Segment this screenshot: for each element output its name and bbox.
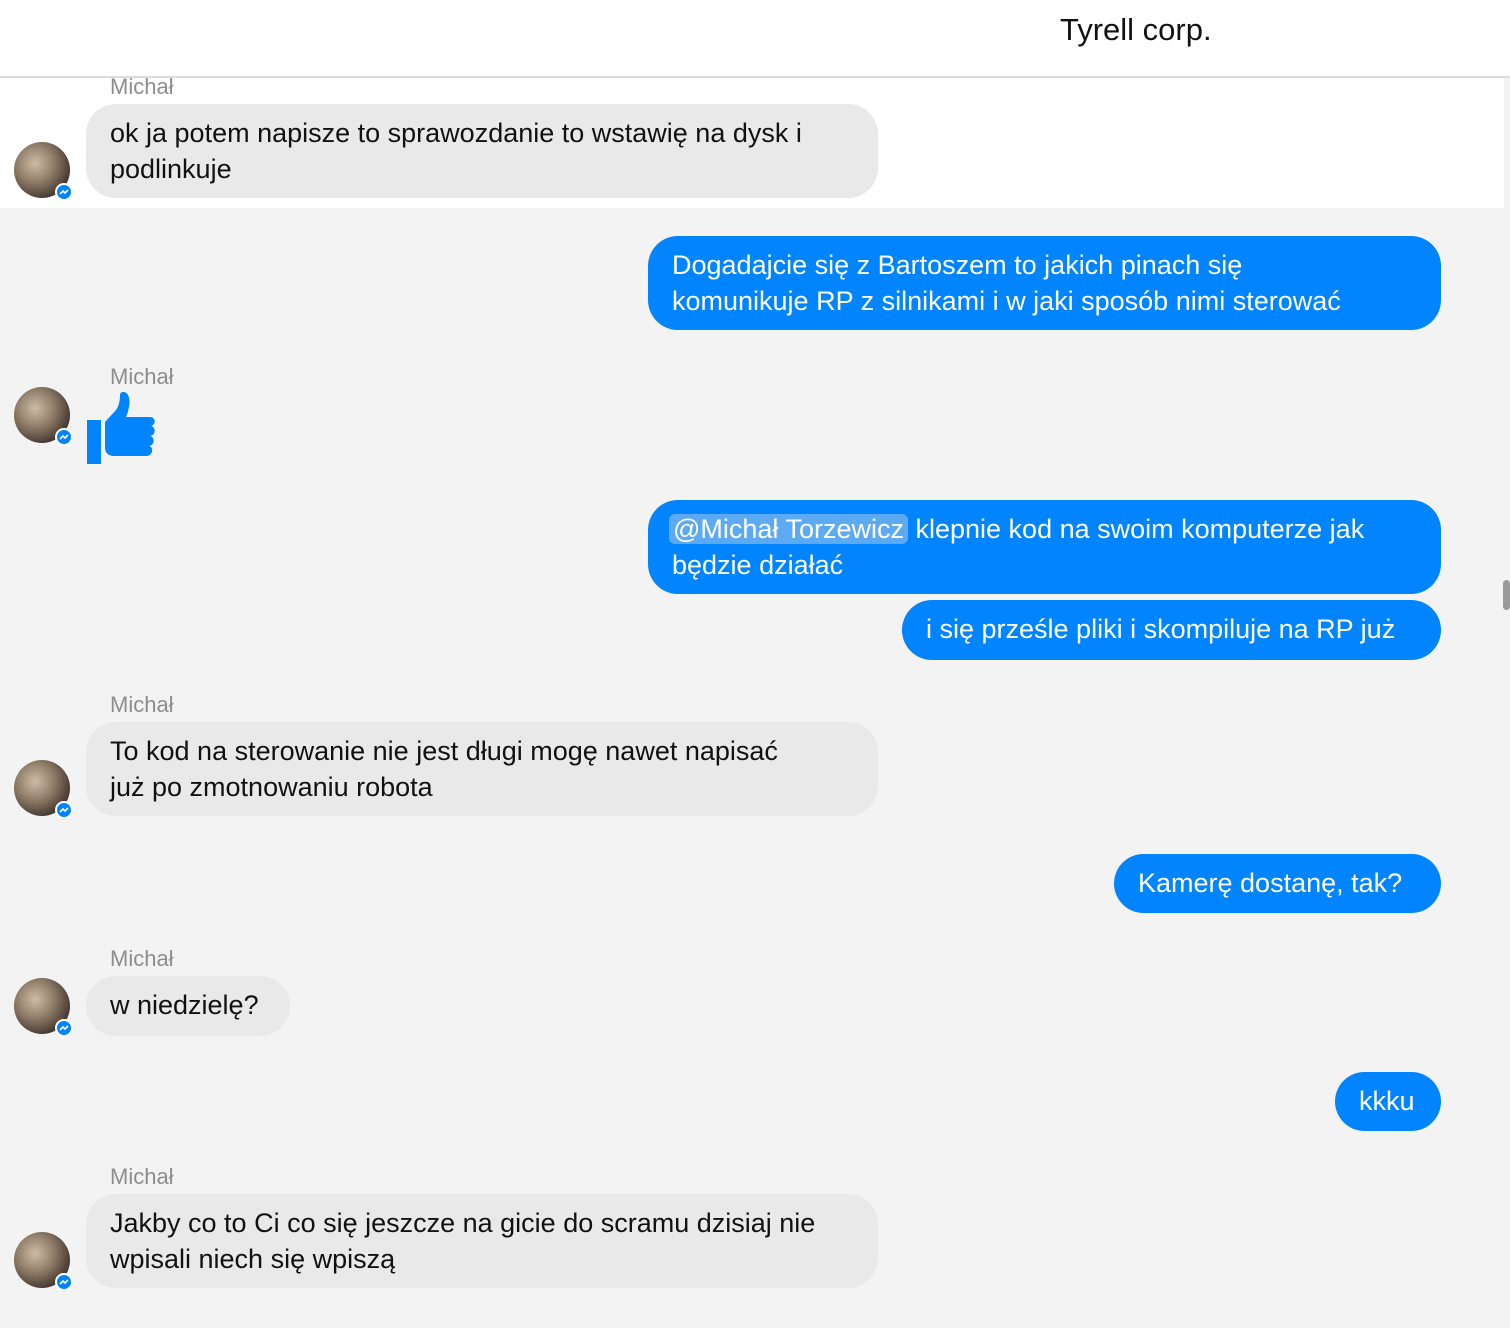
messenger-badge-icon [55,183,73,201]
avatar[interactable] [14,142,73,201]
outgoing-message[interactable]: kkku [1335,1072,1441,1131]
message-line: kkku [1359,1086,1415,1116]
sender-name: Michał [110,1164,174,1189]
sender-name: Michał [110,692,174,717]
scrollbar-thumb[interactable] [1503,580,1510,610]
avatar[interactable] [14,1232,73,1291]
message-line: komunikuje RP z silnikami i w jaki sposó… [672,286,1341,316]
sender-name: Michał [110,946,174,971]
thumbs-up-icon[interactable] [84,390,158,466]
mention-tag[interactable]: @Michał Torzewicz [669,514,908,544]
avatar[interactable] [14,978,73,1037]
message-line: Jakby co to Ci co się jeszcze na gicie d… [110,1208,816,1238]
messenger-badge-icon [55,1273,73,1291]
message-line: już po zmotnowaniu robota [110,772,433,802]
chat-header: Tyrell corp. [0,0,1510,78]
avatar[interactable] [14,760,73,819]
outgoing-message[interactable]: Kamerę dostanę, tak? [1114,854,1441,913]
message-line: wpisali niech się wpiszą [110,1244,396,1274]
outgoing-message[interactable]: i się prześle pliki i skompiluje na RP j… [902,600,1441,660]
message-text: klepnie kod na swoim komputerze jak [915,514,1365,544]
incoming-message[interactable]: w niedzielę? [86,976,290,1036]
incoming-message[interactable]: ok ja potem napisze to sprawozdanie to w… [86,104,878,198]
message-line: ok ja potem napisze to sprawozdanie to w… [110,118,802,148]
message-line: Kamerę dostanę, tak? [1138,868,1403,898]
message-line: podlinkuje [110,154,232,184]
message-line: @Michał Torzewicz klepnie kod na swoim k… [669,511,1417,547]
messenger-badge-icon [55,428,73,446]
messenger-badge-icon [55,1019,73,1037]
outgoing-message[interactable]: @Michał Torzewicz klepnie kod na swoim k… [648,500,1441,594]
message-line: i się prześle pliki i skompiluje na RP j… [926,614,1396,644]
incoming-message[interactable]: To kod na sterowanie nie jest długi mogę… [86,722,878,816]
outgoing-message[interactable]: Dogadajcie się z Bartoszem to jakich pin… [648,236,1441,330]
sender-name: Michał [110,364,174,389]
message-line: To kod na sterowanie nie jest długi mogę… [110,736,778,766]
sender-name: Michał [110,74,174,99]
message-line: Dogadajcie się z Bartoszem to jakich pin… [672,250,1243,280]
incoming-message[interactable]: Jakby co to Ci co się jeszcze na gicie d… [86,1194,878,1288]
messenger-badge-icon [55,801,73,819]
conversation-title[interactable]: Tyrell corp. [1060,12,1212,48]
message-line: w niedzielę? [110,990,259,1020]
message-line: będzie działać [672,550,844,580]
avatar[interactable] [14,387,73,446]
